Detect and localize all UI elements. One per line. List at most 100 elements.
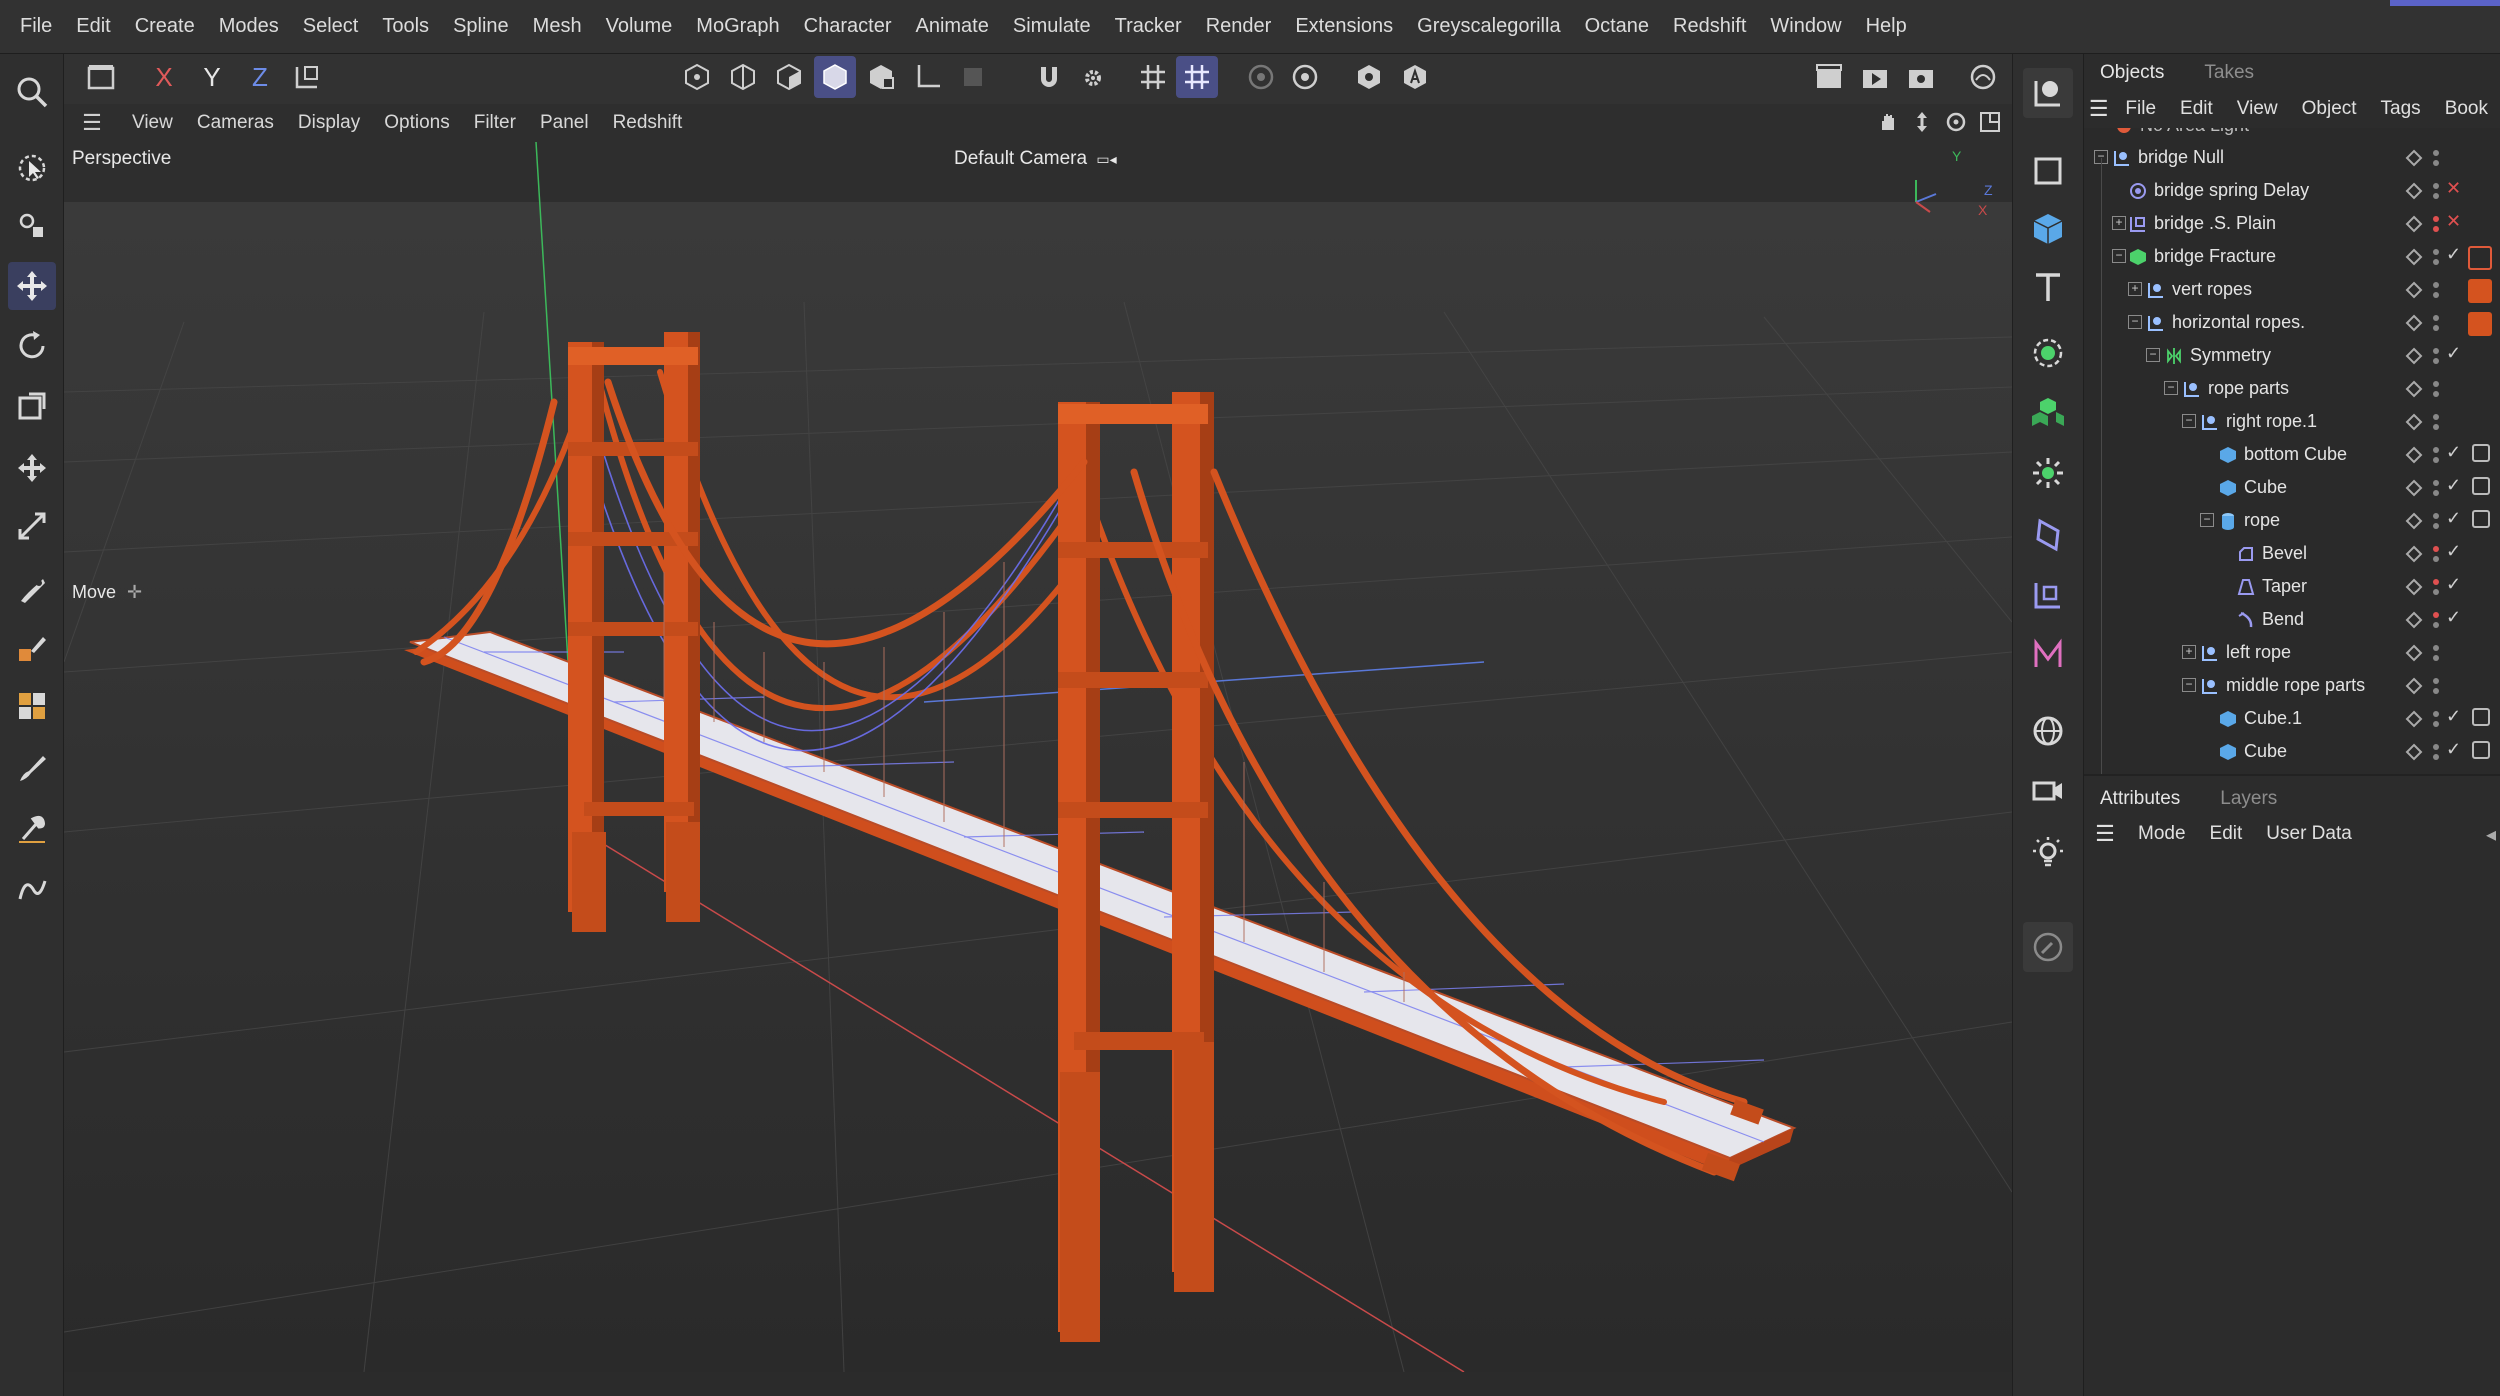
tree-row-vert-ropes[interactable]: + vert ropes (2084, 274, 2500, 307)
disabled-cross-icon[interactable]: ✕ (2446, 178, 2464, 199)
editor-render-dots-icon[interactable] (2432, 411, 2440, 433)
attributes-menu-mode[interactable]: Mode (2126, 823, 2198, 845)
menu-simulate[interactable]: Simulate (1001, 15, 1103, 38)
render-view-icon[interactable] (1808, 56, 1850, 98)
axis-z-toggle[interactable]: Z (240, 56, 280, 98)
viewport-auto-icon[interactable] (1394, 56, 1436, 98)
axis-x-toggle[interactable]: X (144, 56, 184, 98)
environment-icon[interactable] (2023, 706, 2073, 756)
disabled-cross-icon[interactable]: ✕ (2446, 211, 2464, 232)
maximize-view-icon[interactable] (1978, 110, 2002, 134)
symmetry-settings-icon[interactable] (1284, 56, 1326, 98)
tree-row-bridge-spring-delay[interactable]: bridge spring Delay ✕ (2084, 175, 2500, 208)
tag-icon[interactable] (2468, 246, 2492, 270)
layer-visibility-icon[interactable] (2404, 346, 2424, 366)
menu-redshift[interactable]: Redshift (1661, 15, 1758, 38)
menu-file[interactable]: File (8, 15, 64, 38)
enabled-check-icon[interactable]: ✓ (2446, 442, 2464, 463)
editor-render-dots-icon[interactable] (2432, 510, 2440, 532)
knife-tool-icon[interactable] (8, 566, 56, 614)
camera-label[interactable]: Default Camera ▭◂ (954, 148, 1117, 170)
cube-primitive-icon[interactable] (2023, 204, 2073, 254)
projection-label[interactable]: Perspective (72, 148, 171, 170)
polygon-mode-icon[interactable] (8, 682, 56, 730)
enabled-check-icon[interactable]: ✓ (2446, 541, 2464, 562)
tree-row-cube-1[interactable]: Cube.1 ✓ (2084, 703, 2500, 736)
tree-row-left-rope[interactable]: + left rope (2084, 637, 2500, 670)
phong-tag-icon[interactable] (2472, 741, 2490, 759)
menu-animate[interactable]: Animate (903, 15, 1000, 38)
editor-render-dots-icon[interactable] (2432, 444, 2440, 466)
layer-visibility-icon[interactable] (2404, 676, 2424, 696)
back-arrow-icon[interactable]: ◂ (2486, 822, 2496, 847)
null-object-icon[interactable] (2023, 146, 2073, 196)
mograph-icon[interactable] (2023, 630, 2073, 680)
viewport-menu-view[interactable]: View (120, 112, 185, 134)
tab-attributes[interactable]: Attributes (2100, 788, 2180, 816)
collapse-toggle[interactable]: − (2128, 315, 2142, 329)
collapse-toggle[interactable]: − (2164, 381, 2178, 395)
tree-row-taper[interactable]: Taper ✓ (2084, 571, 2500, 604)
tree-row-horizontal-ropes[interactable]: − horizontal ropes. (2084, 307, 2500, 340)
menu-select[interactable]: Select (291, 15, 371, 38)
layer-visibility-icon[interactable] (2404, 577, 2424, 597)
layer-visibility-icon[interactable] (2404, 148, 2424, 168)
effector-icon[interactable] (2023, 448, 2073, 498)
expand-toggle[interactable]: + (2182, 645, 2196, 659)
menu-edit[interactable]: Edit (64, 15, 122, 38)
menu-tools[interactable]: Tools (370, 15, 441, 38)
tree-row-rope[interactable]: − rope ✓ (2084, 505, 2500, 538)
editor-render-dots-icon[interactable] (2432, 741, 2440, 763)
material-tag-icon[interactable] (2468, 312, 2492, 336)
live-select-icon[interactable] (8, 144, 56, 192)
editor-render-dots-icon[interactable] (2432, 147, 2440, 169)
viewport-menu-redshift[interactable]: Redshift (601, 112, 695, 134)
editor-render-dots-icon[interactable] (2432, 642, 2440, 664)
editor-render-dots-icon[interactable] (2432, 345, 2440, 367)
redshift-render-view-icon[interactable] (1962, 56, 2004, 98)
object-mode-icon[interactable] (814, 56, 856, 98)
rotate-tool-icon[interactable] (8, 322, 56, 370)
editor-render-dots-icon[interactable] (2432, 609, 2440, 631)
expand-toggle[interactable]: + (2112, 216, 2126, 230)
pan-hand-icon[interactable] (1876, 110, 1900, 134)
editor-render-dots-icon[interactable] (2432, 477, 2440, 499)
axis-mode-icon[interactable] (906, 56, 948, 98)
layer-visibility-icon[interactable] (2404, 610, 2424, 630)
enabled-check-icon[interactable]: ✓ (2446, 739, 2464, 760)
editor-render-dots-icon[interactable] (2432, 543, 2440, 565)
3d-viewport[interactable]: Perspective Default Camera ▭◂ Move ✛ Y Z… (64, 142, 2012, 1372)
scale-axis-icon[interactable] (8, 502, 56, 550)
menu-create[interactable]: Create (123, 15, 207, 38)
sculpt-tool-icon[interactable] (8, 804, 56, 852)
orbit-icon[interactable] (1944, 110, 1968, 134)
layer-visibility-icon[interactable] (2404, 643, 2424, 663)
layer-visibility-icon[interactable] (2404, 544, 2424, 564)
phong-tag-icon[interactable] (2472, 477, 2490, 495)
light-object-icon[interactable] (2023, 828, 2073, 878)
tree-row-symmetry[interactable]: − Symmetry ✓ (2084, 340, 2500, 373)
objects-menu-file[interactable]: File (2113, 98, 2168, 120)
objects-menu-object[interactable]: Object (2290, 98, 2369, 120)
tree-row-cube-2[interactable]: Cube ✓ (2084, 736, 2500, 769)
layer-visibility-icon[interactable] (2404, 742, 2424, 762)
tree-row-cube[interactable]: Cube ✓ (2084, 472, 2500, 505)
menu-character[interactable]: Character (792, 15, 904, 38)
objects-menu-edit[interactable]: Edit (2168, 98, 2225, 120)
texture-mode-icon[interactable] (952, 56, 994, 98)
field-icon[interactable] (2023, 570, 2073, 620)
expand-toggle[interactable]: + (2128, 282, 2142, 296)
tree-row-rope-parts[interactable]: − rope parts (2084, 373, 2500, 406)
menu-spline[interactable]: Spline (441, 15, 521, 38)
layer-visibility-icon[interactable] (2404, 445, 2424, 465)
move-tool-icon[interactable] (8, 262, 56, 310)
collapse-toggle[interactable]: − (2182, 678, 2196, 692)
phong-tag-icon[interactable] (2472, 510, 2490, 528)
objects-hamburger-icon[interactable]: ☰ (2084, 96, 2113, 122)
polygons-mode-icon[interactable] (768, 56, 810, 98)
coordinate-system-icon[interactable] (286, 56, 328, 98)
text-spline-icon[interactable] (2023, 262, 2073, 312)
phong-tag-icon[interactable] (2472, 444, 2490, 462)
paint-brush-icon[interactable] (8, 744, 56, 792)
attributes-menu-edit[interactable]: Edit (2198, 823, 2255, 845)
